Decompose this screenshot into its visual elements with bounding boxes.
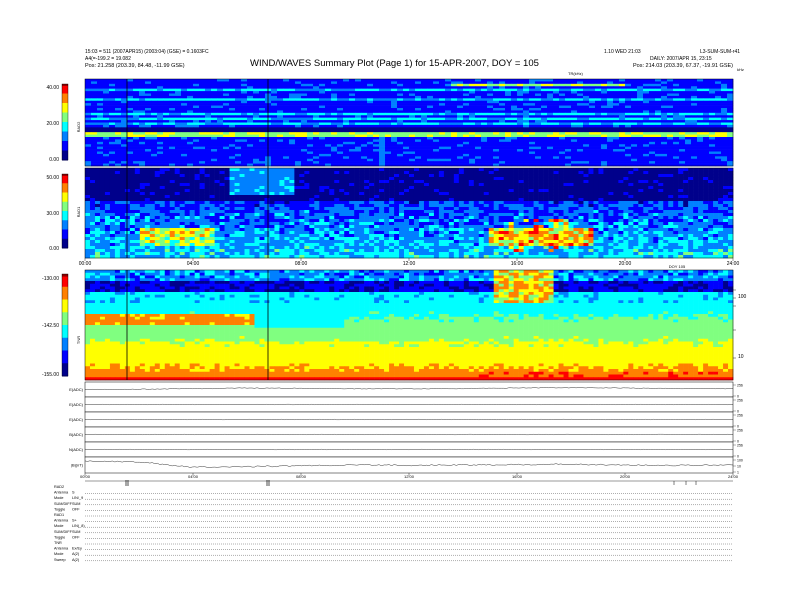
footer-row-label: SUM/DIFF: [54, 502, 73, 506]
rad1-ylabel: RAD1: [76, 206, 81, 217]
footer-row-label: Antenna: [54, 519, 69, 523]
rad2-ytick: 20.00: [46, 121, 59, 127]
trace-xtick: 20:00: [620, 474, 631, 479]
tnr-ytick: -142.50: [42, 323, 59, 329]
footer-row-value: SUM: [72, 502, 80, 506]
footer-row-value: A(2): [72, 552, 80, 556]
trace-right-tick: 10: [737, 465, 741, 469]
rad1-xtick: 04:00: [187, 261, 200, 267]
rad1-xunit: DOY 105: [669, 264, 686, 269]
footer-row-label: Toggle: [54, 535, 65, 539]
trace-right-tick: 256: [737, 414, 743, 418]
trace-right-tick: 100: [737, 459, 743, 463]
trace-label: E(ADC): [69, 417, 83, 422]
rad1-ytick: 0.00: [49, 246, 59, 252]
footer-row-value: SUM: [72, 530, 80, 534]
trace-label: B(ADC): [69, 432, 83, 437]
trace-right-tick: 256: [737, 384, 743, 388]
footer-row-label: Antenna: [54, 491, 69, 495]
footer-row-label: Mode: [54, 496, 64, 500]
rad1-xtick: 16:00: [511, 261, 524, 267]
trace-label: E(ADC): [69, 402, 83, 407]
trace-label: N(ADC): [69, 447, 84, 452]
trace-right-tick: 256: [737, 399, 743, 403]
footer-row-value: Ex/Ey: [72, 547, 82, 551]
footer-row-value: S+: [72, 519, 78, 523]
footer-row-value: LIN/_9: [72, 496, 83, 500]
rad1-xtick: 20:00: [619, 261, 632, 267]
rad1-ytick: 30.00: [46, 211, 59, 217]
trace-xtick: 24:00: [728, 474, 739, 479]
tnr-ylabel: TNR: [76, 336, 81, 344]
trace-right-tick: 256: [737, 429, 743, 433]
footer-row-label: RAD1: [54, 513, 64, 517]
trace-label: E(ADC): [69, 387, 83, 392]
footer-row-label: Sweep: [54, 558, 66, 562]
rad2-ytick: 40.00: [46, 85, 59, 91]
tnr-heatmap: [85, 270, 734, 381]
trace-xtick: 16:00: [512, 474, 523, 479]
tnr-ytick: -130.00: [42, 276, 59, 282]
footer-row-label: RAD2: [54, 485, 64, 489]
footer-row-value: A(2): [72, 558, 80, 562]
summary-plot: 40.00 20.00 0.00 RAD2 50.00 30.00 0.00 RAD1 00:0…: [42, 78, 747, 562]
tnr-right-tick: 100: [738, 294, 747, 300]
rad1-heatmap: [85, 168, 734, 259]
trace-right-tick: 256: [737, 444, 743, 448]
footer-row-label: Mode: [54, 524, 64, 528]
rad2-ytick: 0.00: [49, 157, 59, 163]
rad2-ylabel: RAD2: [76, 121, 81, 132]
trace-xtick: 12:00: [404, 474, 415, 479]
tnr-ytick: -155.00: [42, 372, 59, 378]
footer-row-label: Mode: [54, 552, 64, 556]
trace-xtick: 08:00: [296, 474, 307, 479]
tnr-colorbar: [61, 273, 69, 377]
footer-row-value: S: [72, 491, 75, 495]
footer-row-value: OFF: [72, 535, 80, 539]
rad1-xtick: 00:00: [79, 261, 92, 267]
tnr-right-tick: 10: [738, 354, 744, 360]
trace-label: |B|(nT): [71, 463, 84, 468]
rad1-colorbar: [61, 173, 69, 249]
trace-panel-frame: [84, 456, 734, 474]
rad2-colorbar: [61, 83, 69, 161]
footer-row-label: Toggle: [54, 507, 65, 511]
footer-row-value: OFF: [72, 507, 80, 511]
footer-row-value: LIN(_8): [72, 524, 85, 528]
trace-xtick: 04:00: [188, 474, 199, 479]
footer-row-label: Antenna: [54, 547, 69, 551]
trace-panel-frame: [84, 381, 734, 398]
trace-xtick: 00:00: [80, 474, 91, 479]
footer-row-label: SUM/DIFF: [54, 530, 73, 534]
footer-row-label: TNR: [54, 541, 62, 545]
rad1-ytick: 50.00: [46, 175, 59, 181]
rad2-heatmap: [85, 79, 734, 167]
rad1-xtick: 12:00: [403, 261, 416, 267]
rad1-xtick: 24:00: [727, 261, 740, 267]
rad1-xtick: 08:00: [295, 261, 308, 267]
